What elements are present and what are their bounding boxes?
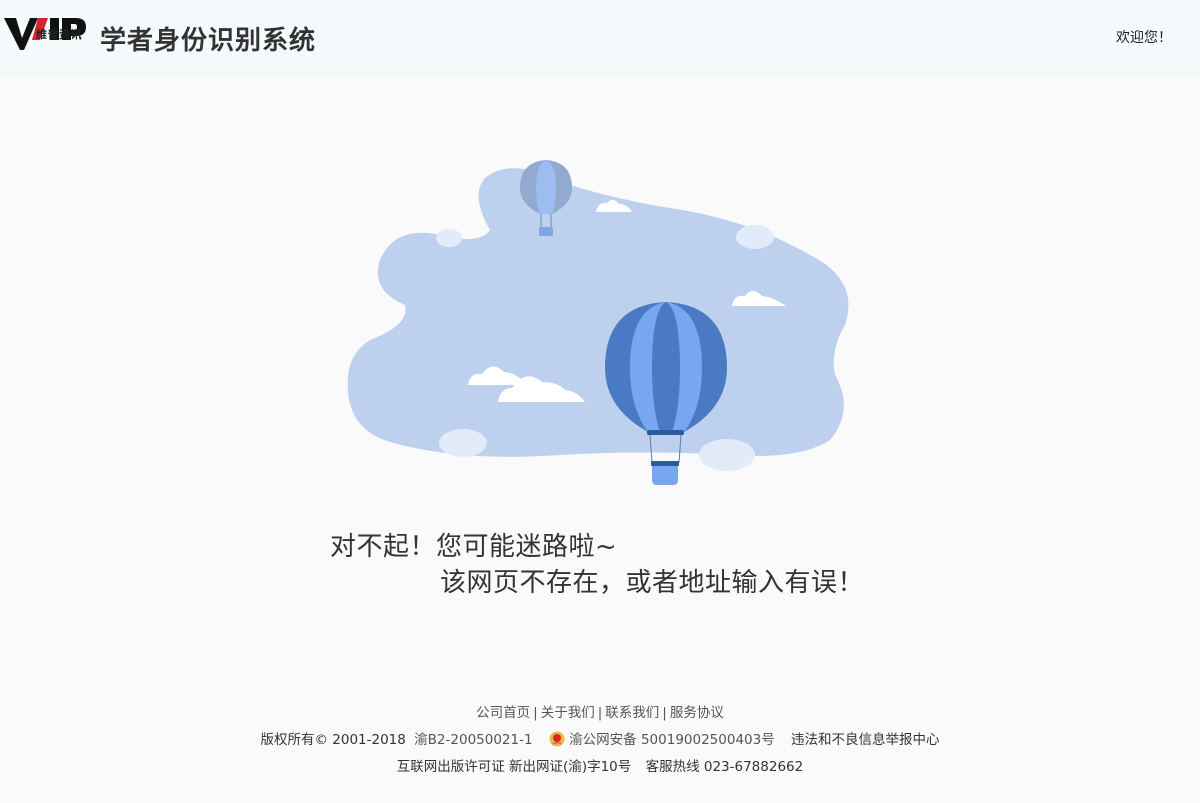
- police-record[interactable]: 渝公网安备 50019002500403号: [569, 732, 775, 748]
- publish-license: 互联网出版许可证 新出网证(渝)字10号: [396, 759, 632, 775]
- footer-copyright-row: 版权所有© 2001-2018 渝B2-20050021-1 渝公网安备 500…: [0, 728, 1200, 748]
- icp-number[interactable]: 渝B2-20050021-1: [414, 732, 532, 748]
- error-message-secondary: 该网页不存在，或者地址输入有误！: [440, 568, 865, 598]
- footer-link-contact[interactable]: 联系我们: [605, 705, 659, 721]
- copyright-text: 版权所有© 2001-2018: [260, 732, 406, 748]
- footer-link-about[interactable]: 关于我们: [541, 705, 595, 721]
- system-title: 学者身份识别系统: [100, 26, 317, 56]
- error-message-primary: 对不起！您可能迷路啦~: [330, 532, 618, 562]
- footer-links: 公司首页 | 关于我们 | 联系我们 | 服务协议: [0, 701, 1200, 721]
- lost-balloon-illustration: [347, 160, 849, 485]
- welcome-text: 欢迎您！: [1116, 30, 1172, 46]
- footer-separator: |: [662, 705, 667, 721]
- header: 维普资讯 学者身份识别系统 欢迎您！: [0, 0, 1200, 72]
- police-badge-icon: [549, 731, 565, 747]
- service-hotline: 客服热线 023-67882662: [645, 759, 804, 775]
- footer-link-terms[interactable]: 服务协议: [670, 705, 724, 721]
- footer-separator: |: [597, 705, 603, 721]
- footer-license-row: 互联网出版许可证 新出网证(渝)字10号 客服热线 023-67882662: [0, 755, 1200, 775]
- report-center-link[interactable]: 违法和不良信息举报中心: [791, 732, 940, 748]
- logo-caption: 维普资讯: [36, 28, 82, 41]
- footer-link-home[interactable]: 公司首页: [476, 705, 530, 721]
- footer-separator: |: [533, 705, 538, 721]
